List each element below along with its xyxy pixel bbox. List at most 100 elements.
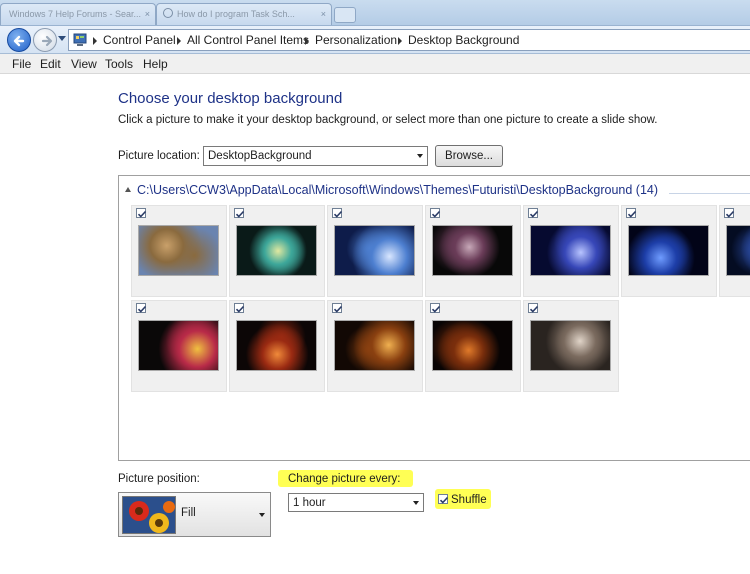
wallpaper-tile[interactable] — [229, 300, 325, 392]
tab-title: Windows 7 Help Forums - Sear... — [9, 9, 142, 19]
wallpaper-thumbnail[interactable] — [628, 225, 709, 276]
wallpaper-tile[interactable] — [131, 300, 227, 392]
breadcrumb-separator[interactable] — [93, 37, 97, 45]
wallpaper-tile[interactable] — [131, 205, 227, 297]
menu-view[interactable]: View — [71, 54, 97, 74]
back-button[interactable] — [7, 28, 31, 52]
select-checkbox[interactable] — [430, 303, 441, 313]
menu-tools[interactable]: Tools — [105, 54, 133, 74]
control-panel-icon — [73, 33, 87, 46]
picture-location-value: DesktopBackground — [208, 150, 312, 162]
wallpaper-tile[interactable] — [327, 300, 423, 392]
browse-button[interactable]: Browse... — [435, 145, 503, 167]
wallpaper-thumbnail[interactable] — [530, 225, 611, 276]
wallpaper-tile[interactable] — [229, 205, 325, 297]
picture-location-label: Picture location: — [118, 150, 200, 162]
browser-tab-strip: Windows 7 Help Forums - Sear... × How do … — [0, 0, 750, 26]
menu-file[interactable]: File — [12, 54, 31, 74]
picture-position-label: Picture position: — [118, 473, 200, 485]
select-checkbox[interactable] — [136, 208, 147, 218]
menu-edit[interactable]: Edit — [40, 54, 61, 74]
main-content: Choose your desktop background Click a p… — [0, 75, 750, 574]
wallpaper-tile[interactable] — [719, 205, 750, 297]
checkmark-icon — [431, 210, 441, 218]
change-interval-dropdown[interactable]: 1 hour — [288, 493, 424, 512]
select-checkbox[interactable] — [626, 208, 637, 218]
wallpaper-tile[interactable] — [425, 300, 521, 392]
forward-button[interactable] — [33, 28, 57, 52]
menu-bar: File Edit View Tools Help — [0, 54, 750, 74]
picture-position-value: Fill — [181, 507, 196, 519]
folder-path: C:\Users\CCW3\AppData\Local\Microsoft\Wi… — [137, 183, 659, 197]
back-arrow-icon — [13, 35, 25, 47]
checkmark-icon — [137, 305, 147, 313]
chevron-down-icon — [259, 513, 265, 517]
shuffle-checkbox[interactable] — [438, 494, 449, 504]
picture-location-dropdown[interactable]: DesktopBackground — [203, 146, 428, 166]
page-icon — [163, 8, 173, 18]
breadcrumb-control-panel[interactable]: Control Panel — [103, 30, 176, 50]
checkmark-icon — [431, 305, 441, 313]
checkmark-icon — [235, 305, 245, 313]
wallpaper-thumbnail[interactable] — [236, 225, 317, 276]
select-checkbox[interactable] — [528, 303, 539, 313]
checkmark-icon — [333, 305, 343, 313]
tab-title: How do I program Task Sch... — [177, 9, 295, 19]
recent-pages-dropdown[interactable] — [58, 36, 66, 41]
page-title: Choose your desktop background — [118, 90, 343, 107]
checkmark-icon — [529, 305, 539, 313]
close-tab-icon[interactable]: × — [321, 4, 326, 24]
select-checkbox[interactable] — [234, 208, 245, 218]
new-tab-button[interactable] — [334, 7, 356, 23]
breadcrumb-separator[interactable] — [398, 37, 402, 45]
wallpaper-thumbnail[interactable] — [138, 225, 219, 276]
address-bar[interactable]: Control Panel All Control Panel Items Pe… — [68, 29, 750, 51]
position-preview-image — [122, 496, 176, 534]
breadcrumb-separator[interactable] — [177, 37, 181, 45]
wallpaper-tile[interactable] — [523, 205, 619, 297]
wallpaper-thumbnail[interactable] — [236, 320, 317, 371]
breadcrumb-all-items[interactable]: All Control Panel Items — [187, 30, 309, 50]
checkmark-icon — [529, 210, 539, 218]
wallpaper-thumbnail[interactable] — [530, 320, 611, 371]
select-checkbox[interactable] — [528, 208, 539, 218]
wallpaper-thumbnail[interactable] — [726, 225, 750, 276]
wallpaper-tile[interactable] — [425, 205, 521, 297]
picture-gallery: C:\Users\CCW3\AppData\Local\Microsoft\Wi… — [118, 175, 750, 461]
checkmark-icon — [627, 210, 637, 218]
select-checkbox[interactable] — [332, 303, 343, 313]
folder-group-header[interactable]: C:\Users\CCW3\AppData\Local\Microsoft\Wi… — [125, 183, 658, 197]
chevron-down-icon — [413, 501, 419, 505]
wallpaper-thumbnail[interactable] — [334, 320, 415, 371]
checkmark-icon — [725, 210, 735, 218]
breadcrumb-separator[interactable] — [305, 37, 309, 45]
select-checkbox[interactable] — [234, 303, 245, 313]
change-picture-label: Change picture every: — [278, 470, 413, 487]
checkmark-icon — [235, 210, 245, 218]
wallpaper-thumbnail[interactable] — [334, 225, 415, 276]
browser-tab[interactable]: Windows 7 Help Forums - Sear... × — [0, 3, 156, 25]
breadcrumb-desktop-background[interactable]: Desktop Background — [408, 30, 519, 50]
wallpaper-tile[interactable] — [523, 300, 619, 392]
wallpaper-thumbnail[interactable] — [432, 320, 513, 371]
collapse-arrow-icon[interactable] — [125, 187, 131, 192]
select-checkbox[interactable] — [724, 208, 735, 218]
select-checkbox[interactable] — [332, 208, 343, 218]
shuffle-option[interactable]: Shuffle — [435, 489, 491, 509]
picture-position-dropdown[interactable]: Fill — [118, 492, 271, 537]
wallpaper-tile[interactable] — [327, 205, 423, 297]
shuffle-label: Shuffle — [451, 494, 487, 506]
select-checkbox[interactable] — [430, 208, 441, 218]
navigation-bar: Control Panel All Control Panel Items Pe… — [0, 26, 750, 54]
menu-help[interactable]: Help — [143, 54, 168, 74]
breadcrumb-personalization[interactable]: Personalization — [315, 30, 397, 50]
wallpaper-thumbnail[interactable] — [138, 320, 219, 371]
wallpaper-thumbnail[interactable] — [432, 225, 513, 276]
change-interval-value: 1 hour — [293, 497, 326, 509]
browser-tab[interactable]: How do I program Task Sch... × — [156, 3, 332, 25]
select-checkbox[interactable] — [136, 303, 147, 313]
checkmark-icon — [137, 210, 147, 218]
page-subtitle: Click a picture to make it your desktop … — [118, 114, 658, 126]
close-tab-icon[interactable]: × — [145, 4, 150, 24]
wallpaper-tile[interactable] — [621, 205, 717, 297]
